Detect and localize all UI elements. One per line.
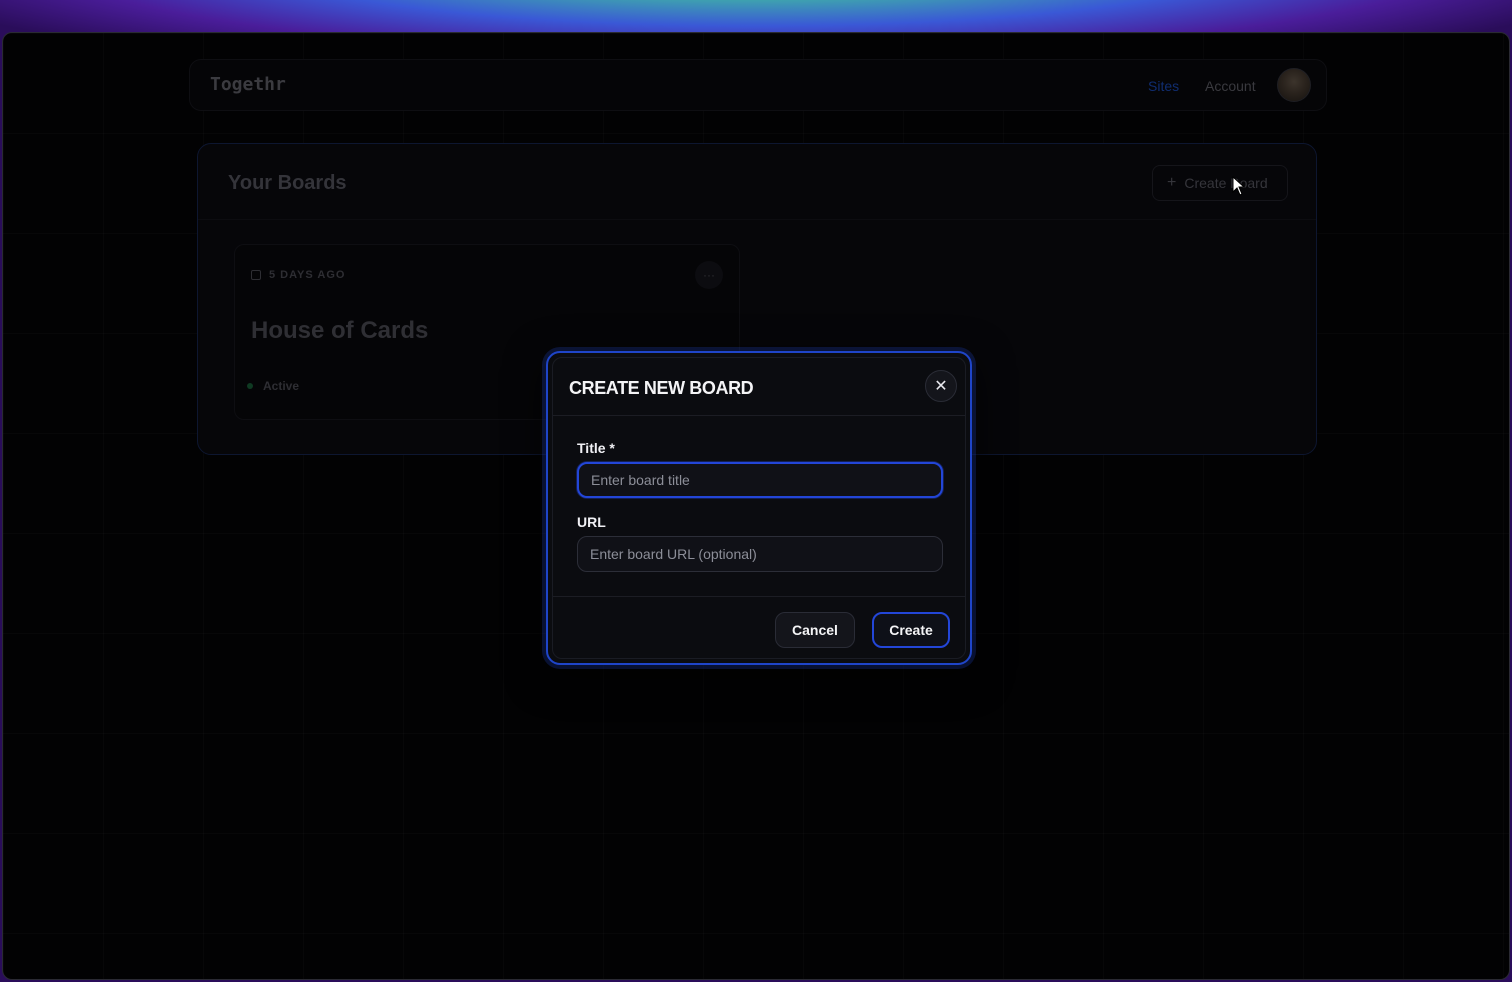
nav-link-sites[interactable]: Sites	[1148, 78, 1179, 94]
avatar[interactable]	[1277, 68, 1311, 102]
nav-link-account[interactable]: Account	[1205, 78, 1256, 94]
top-navbar: Togethr Sites Account	[189, 59, 1327, 111]
title-label: Title *	[577, 440, 615, 456]
status-label: Active	[263, 379, 300, 393]
dialog-header: CREATE NEW BOARD ✕	[553, 358, 965, 416]
board-url-input[interactable]	[577, 536, 943, 572]
card-title: House of Cards	[251, 317, 429, 344]
dialog-title: CREATE NEW BOARD	[569, 378, 754, 398]
create-button[interactable]: Create	[872, 612, 950, 648]
create-board-dialog: CREATE NEW BOARD ✕ Title * URL Cancel Cr…	[546, 351, 972, 665]
calendar-icon	[251, 270, 261, 280]
status-badge: Active	[247, 379, 300, 393]
browser-window: Togethr Sites Account Your Boards + Crea…	[2, 32, 1510, 980]
create-board-label: Create Board	[1184, 175, 1268, 191]
card-date: 5 DAYS AGO	[251, 269, 345, 281]
close-button[interactable]: ✕	[925, 370, 957, 402]
status-dot-icon	[247, 383, 253, 389]
app-logo[interactable]: Togethr	[210, 74, 286, 95]
more-horizontal-icon[interactable]: ···	[695, 261, 723, 289]
board-title-input[interactable]	[577, 462, 943, 498]
mouse-pointer-icon	[1232, 176, 1246, 196]
create-board-button[interactable]: + Create Board	[1152, 165, 1288, 201]
boards-header: Your Boards + Create Board	[198, 144, 1316, 220]
url-label: URL	[577, 514, 606, 530]
card-date-label: 5 DAYS AGO	[269, 269, 346, 281]
close-icon: ✕	[934, 378, 948, 395]
cancel-button[interactable]: Cancel	[775, 612, 855, 648]
plus-icon: +	[1167, 174, 1177, 191]
dialog-divider	[553, 596, 965, 597]
page-title: Your Boards	[228, 172, 347, 194]
dialog-body: CREATE NEW BOARD ✕ Title * URL Cancel Cr…	[552, 357, 966, 659]
